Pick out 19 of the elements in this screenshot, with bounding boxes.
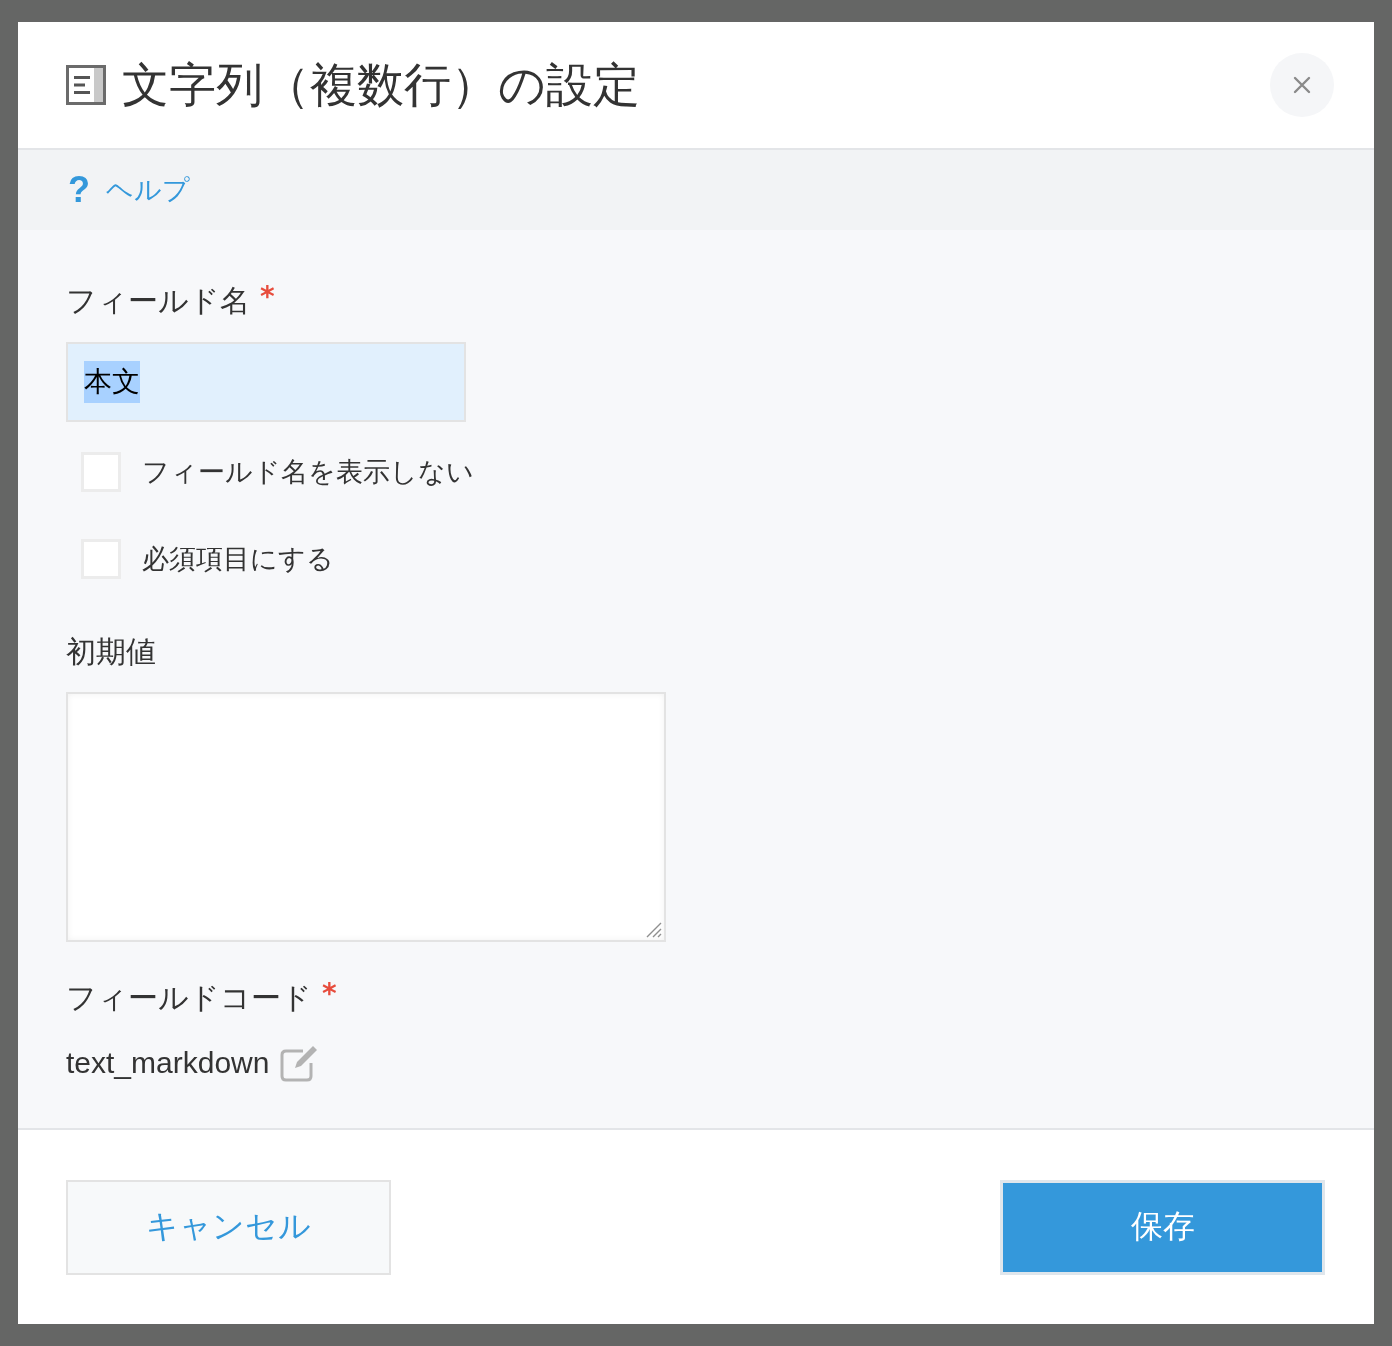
close-icon[interactable]: [1293, 76, 1311, 94]
required-mark: *: [260, 280, 275, 314]
input-field[interactable]: 本文: [66, 342, 466, 422]
cancel-button[interactable]: キャンセル: [66, 1179, 391, 1275]
field-label: 初期値: [66, 633, 156, 671]
required-mark: *: [322, 977, 337, 1011]
checkbox-label[interactable]: フィールド名を表示しない: [142, 454, 474, 490]
text-area[interactable]: [66, 692, 666, 942]
save-button[interactable]: 保存: [1000, 1179, 1325, 1275]
help-icon[interactable]: ?: [68, 172, 90, 208]
checkbox-label[interactable]: 必須項目にする: [142, 541, 334, 577]
resize-grip-icon[interactable]: [644, 920, 662, 938]
field-code-value: text_markdown: [66, 1046, 270, 1080]
field-label: フィールド名: [66, 282, 250, 320]
help-link[interactable]: ? ヘルプ: [68, 172, 190, 208]
text-lines-icon: [66, 65, 106, 105]
field-label: フィールドコード: [66, 979, 312, 1017]
edit-icon[interactable]: [279, 1043, 320, 1083]
dialog-title: 文字列（複数行）の設定: [122, 56, 641, 114]
